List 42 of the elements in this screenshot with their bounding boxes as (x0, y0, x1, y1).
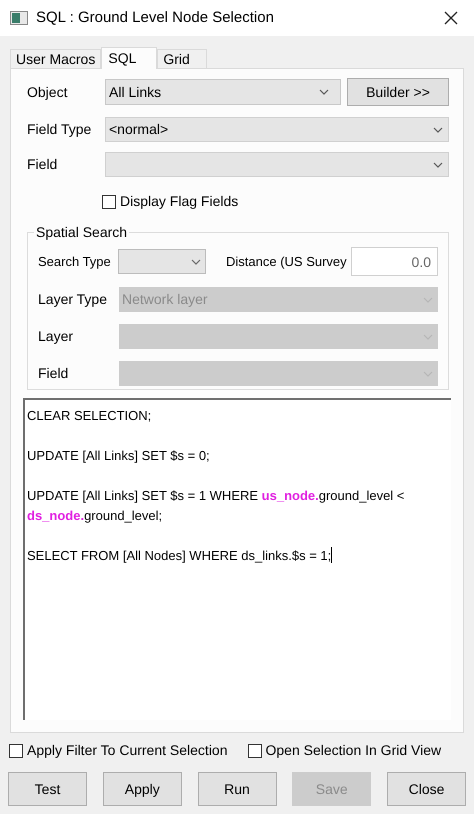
field-label: Field (38, 364, 70, 383)
checkbox[interactable] (9, 744, 23, 758)
chevron-down-icon (319, 89, 329, 95)
tab[interactable]: User Macros (10, 49, 102, 68)
field-label: Search Type (38, 252, 112, 271)
sql-statement: UPDATE [All Links] SET $s = 0; (27, 447, 211, 465)
checkbox-label: Display Flag Fields (120, 192, 238, 211)
dropdown-value: <normal> (109, 120, 170, 139)
dropdown-value: Network layer (122, 290, 209, 309)
tab[interactable]: Grid (157, 49, 208, 68)
tab[interactable]: SQL (101, 47, 158, 69)
chevron-down-icon (433, 162, 443, 168)
dialog-button[interactable]: Test (8, 772, 87, 806)
checkbox-label: Apply Filter To Current Selection (27, 741, 228, 760)
text-cursor (331, 547, 332, 563)
field-label: Field (26, 155, 58, 174)
sql-statement: UPDATE [All Links] SET $s = 1 WHERE us_node.ground_level < ds_node.ground_level; (27, 487, 406, 525)
sql-statement: CLEAR SELECTION; (27, 407, 152, 425)
dialog-button[interactable]: Run (198, 772, 276, 806)
field-label: Layer (38, 327, 74, 346)
checkbox-label: Open Selection In Grid View (266, 741, 442, 760)
dialog-button[interactable]: Close (387, 772, 466, 806)
field-label: Layer Type (38, 290, 108, 309)
distance-field[interactable]: 0.0 (350, 247, 438, 276)
dialog-button[interactable]: Apply (102, 772, 182, 806)
checkbox[interactable] (248, 744, 262, 758)
field-label: Distance (US Survey (226, 252, 347, 271)
chevron-down-icon (433, 126, 443, 132)
window-icon (10, 11, 28, 25)
chevron-down-icon (191, 258, 201, 264)
dropdown-value: All Links (109, 82, 162, 102)
sql-statement: SELECT FROM [All Nodes] WHERE ds_links.$s = 1; (27, 546, 334, 565)
field-dropdown[interactable] (105, 152, 449, 177)
object-dropdown[interactable]: All Links (105, 79, 341, 105)
close-icon[interactable] (444, 11, 458, 25)
field-label: Object (26, 82, 68, 102)
window-title: SQL : Ground Level Node Selection (36, 8, 274, 28)
field-type-dropdown[interactable]: <normal> (105, 117, 449, 142)
sql-editor[interactable]: CLEAR SELECTION; UPDATE [All Links] SET $s = 0; UPDATE [All Links] SET $s = 1 WHERE us_node.ground_level < ds_node.ground_level; SELECT FROM [All Nodes] WHERE ds_links.$s = 1; (23, 398, 451, 720)
checkbox[interactable] (102, 194, 116, 208)
field-label: Field Type (26, 120, 92, 139)
builder-button[interactable]: Builder >> (347, 78, 449, 106)
